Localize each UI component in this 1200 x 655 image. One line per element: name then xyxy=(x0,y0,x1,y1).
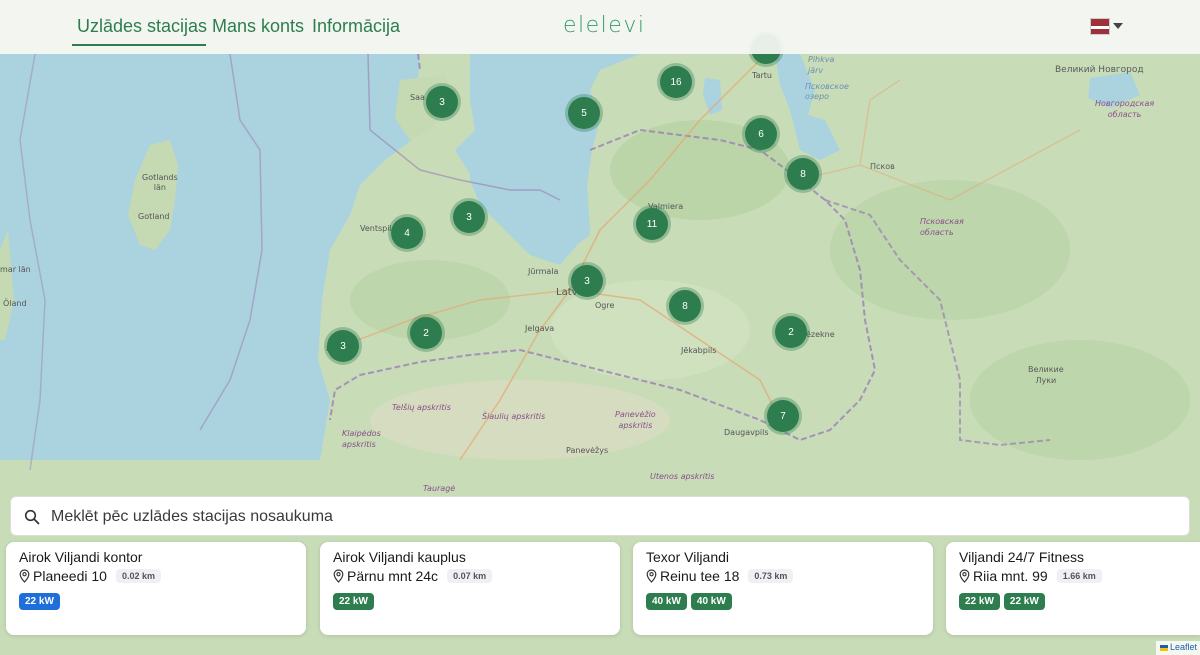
station-name: Airok Viljandi kontor xyxy=(19,549,143,565)
top-nav-bar: Uzlādes stacijas Mans konts Informācija … xyxy=(0,0,1200,54)
station-address: Reinu tee 18 xyxy=(660,568,740,584)
search-input[interactable] xyxy=(51,505,1171,529)
location-pin-icon xyxy=(333,569,344,583)
connector-badges: 22 kW xyxy=(333,593,374,610)
latvia-flag-icon xyxy=(1090,18,1110,35)
place-label-novgorod-oblast: Новгородская область xyxy=(1095,99,1155,119)
place-label-panevezys: Panevėžys xyxy=(566,446,609,455)
station-address-row: Planeedi 10 0.02 km xyxy=(19,567,161,585)
place-label-daugavpils: Daugavpils xyxy=(724,428,769,437)
place-label-pskov-oblast: Псковская область xyxy=(920,217,964,237)
map-cluster-marker[interactable]: 8 xyxy=(669,290,701,322)
station-address-row: Pärnu mnt 24c 0.07 km xyxy=(333,567,493,585)
station-address-row: Riia mnt. 99 1.66 km xyxy=(959,567,1102,585)
map-cluster-marker[interactable]: 3 xyxy=(453,201,485,233)
map-attribution[interactable]: Leaflet xyxy=(1155,641,1200,655)
power-badge: 40 kW xyxy=(690,593,732,610)
leaflet-link[interactable]: Leaflet xyxy=(1170,642,1197,652)
language-selector[interactable] xyxy=(1090,18,1124,36)
search-icon xyxy=(24,509,40,525)
place-label-saaremaa: Saa xyxy=(410,93,425,102)
nav-active-indicator xyxy=(72,44,206,46)
power-badge: 22 kW xyxy=(19,593,60,610)
station-address: Pärnu mnt 24c xyxy=(347,568,439,584)
place-label-pihkva: Pihkva xyxy=(808,55,835,64)
place-label-taurage: Tauragė xyxy=(423,484,456,493)
location-pin-icon xyxy=(646,569,657,583)
place-label-rezekne: ēzekne xyxy=(806,330,835,339)
nav-link-my-account[interactable]: Mans konts xyxy=(212,16,304,37)
station-card[interactable]: Airok Viljandi kontor Planeedi 10 0.02 k… xyxy=(6,542,306,635)
distance-badge: 0.73 km xyxy=(748,569,794,583)
place-label-kalmar: mar län xyxy=(0,265,31,274)
place-label-pskov: Псков xyxy=(870,162,895,171)
location-pin-icon xyxy=(19,569,30,583)
map-cluster-marker[interactable]: 6 xyxy=(745,118,777,150)
caret-down-icon xyxy=(1113,23,1123,29)
map-cluster-marker[interactable]: 7 xyxy=(767,400,799,432)
place-label-klaipedos: Klaipėdos apskritis xyxy=(342,429,381,449)
nav-link-charging-stations[interactable]: Uzlādes stacijas xyxy=(77,16,207,37)
station-name: Texor Viljandi xyxy=(646,549,730,565)
station-name: Viljandi 24/7 Fitness xyxy=(959,549,1085,565)
place-label-panevezio: Panevėžio apskritis xyxy=(615,410,656,430)
map-cluster-marker[interactable]: 3 xyxy=(327,330,359,362)
distance-badge: 1.66 km xyxy=(1056,569,1102,583)
power-badge: 40 kW xyxy=(646,593,687,610)
station-card[interactable]: Texor Viljandi Reinu tee 18 0.73 km 40 k… xyxy=(633,542,933,635)
power-badge: 22 kW xyxy=(1003,593,1045,610)
place-label-veliky-novgorod: Великий Новгород xyxy=(1055,65,1144,75)
place-label-tartu: Tartu xyxy=(752,71,772,80)
station-card[interactable]: Airok Viljandi kauplus Pärnu mnt 24c 0.0… xyxy=(320,542,620,635)
power-badge: 22 kW xyxy=(333,593,374,610)
map-cluster-marker[interactable]: 16 xyxy=(660,66,692,98)
station-name: Airok Viljandi kauplus xyxy=(333,549,466,565)
place-label-jekabpils: Jēkabpils xyxy=(681,346,717,355)
station-address: Riia mnt. 99 xyxy=(973,568,1048,584)
map-cluster-marker[interactable]: 3 xyxy=(426,86,458,118)
place-label-jelgava: Jelgava xyxy=(525,324,555,333)
map-cluster-marker[interactable]: 8 xyxy=(787,158,819,190)
place-label-jurmala: Jūrmala xyxy=(528,267,559,276)
place-label-lake-text: järv xyxy=(808,66,824,75)
connector-badges: 22 kW 22 kW xyxy=(959,593,1045,610)
distance-badge: 0.02 km xyxy=(115,569,161,583)
brand-logo[interactable]: elelevi xyxy=(563,13,645,38)
place-label-gotlands-lan: Gotlands län xyxy=(142,173,178,192)
power-badge: 22 kW xyxy=(959,593,1000,610)
place-label-psk-lake: Псковское озеро xyxy=(805,82,849,101)
station-address-row: Reinu tee 18 0.73 km xyxy=(646,567,794,585)
place-label-telsiu: Telšių apskritis xyxy=(392,403,451,412)
connector-badges: 22 kW xyxy=(19,593,60,610)
station-card[interactable]: Viljandi 24/7 Fitness Riia mnt. 99 1.66 … xyxy=(946,542,1200,635)
map-cluster-marker[interactable]: 11 xyxy=(636,208,668,240)
distance-badge: 0.07 km xyxy=(447,569,493,583)
place-label-gotland: Gotland xyxy=(138,212,170,221)
place-label-utenos: Utenos apskritis xyxy=(650,472,715,481)
map-cluster-marker[interactable]: 5 xyxy=(568,97,600,129)
map-cluster-marker[interactable]: 2 xyxy=(410,317,442,349)
ukraine-flag-icon xyxy=(1159,644,1168,651)
location-pin-icon xyxy=(959,569,970,583)
place-label-velikie-luki: Великие Луки xyxy=(1028,365,1064,385)
station-search-box xyxy=(10,496,1190,536)
nav-link-information[interactable]: Informācija xyxy=(312,16,400,37)
map-cluster-marker[interactable]: 4 xyxy=(391,217,423,249)
map-cluster-marker[interactable]: 3 xyxy=(571,265,603,297)
place-label-oland: Öland xyxy=(3,299,27,308)
station-address: Planeedi 10 xyxy=(33,568,107,584)
place-label-ogre: Ogre xyxy=(595,301,615,310)
place-label-siauliu: Šiaulių apskritis xyxy=(482,412,546,421)
connector-badges: 40 kW 40 kW xyxy=(646,593,732,610)
map-cluster-marker[interactable]: 2 xyxy=(775,316,807,348)
